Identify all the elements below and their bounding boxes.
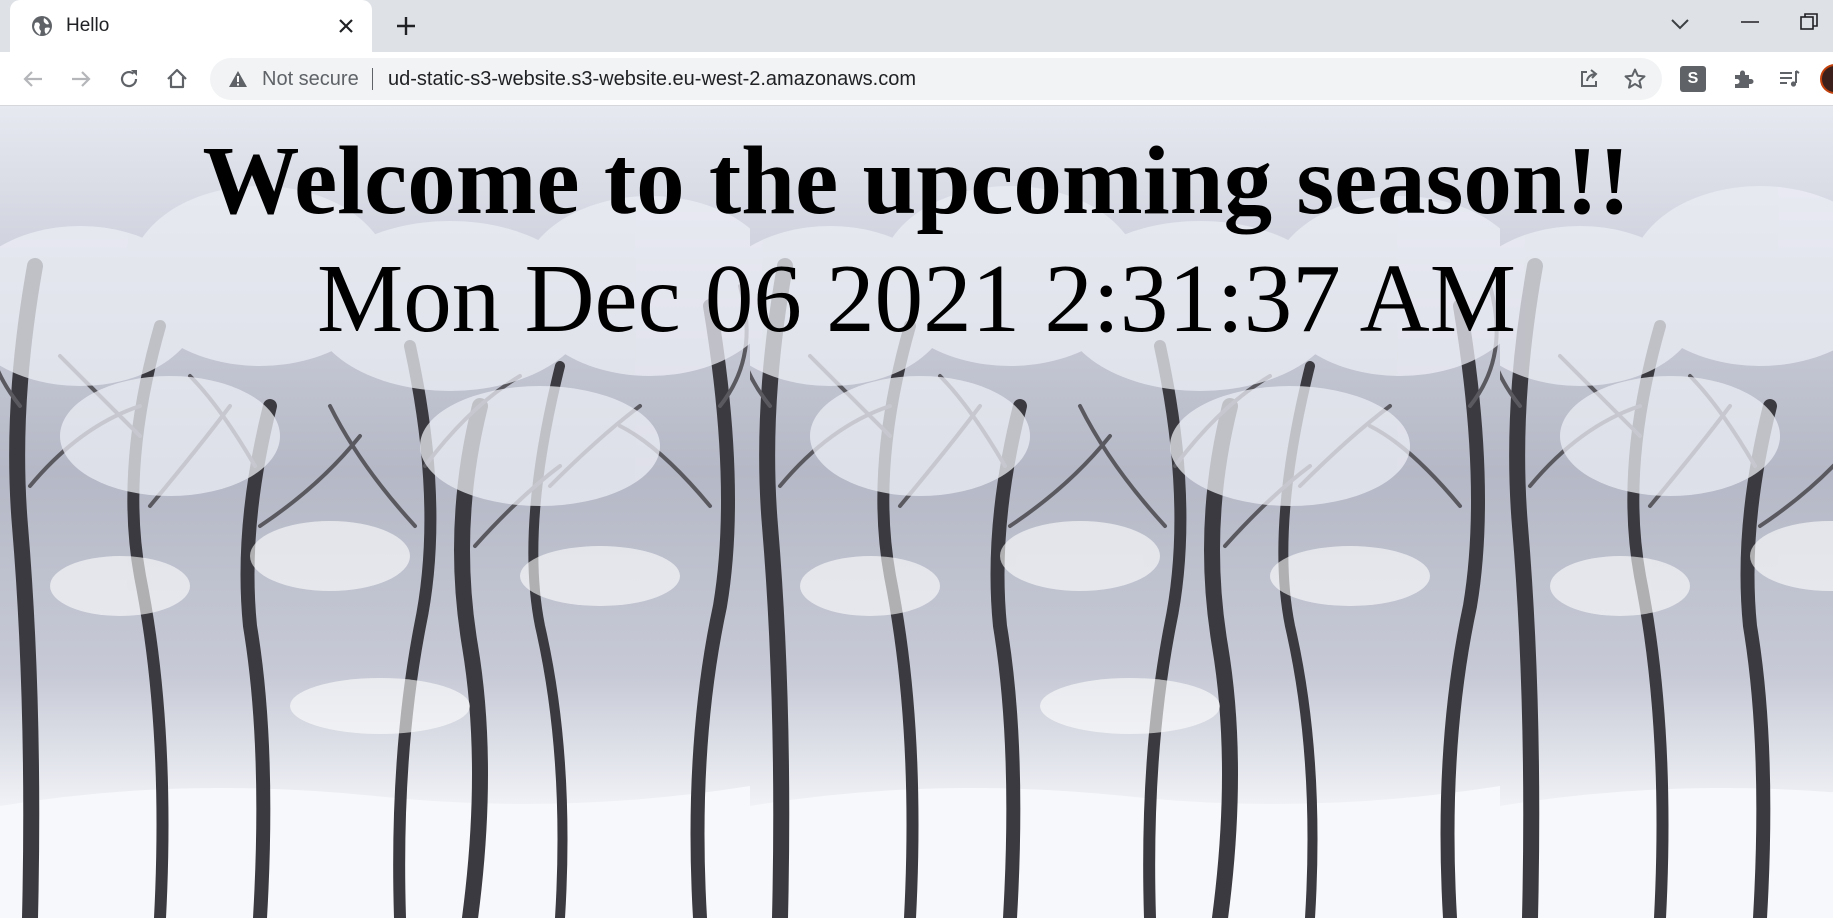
new-tab-icon[interactable] (390, 10, 422, 42)
address-bar[interactable]: Not secure ud-static-s3-website.s3-websi… (210, 58, 1662, 100)
tab-strip: Hello (0, 0, 1833, 52)
avatar[interactable] (1820, 64, 1833, 94)
warning-icon[interactable] (228, 69, 248, 89)
reload-icon[interactable] (112, 62, 146, 96)
browser-toolbar: Not secure ud-static-s3-website.s3-websi… (0, 52, 1833, 106)
globe-icon (30, 14, 54, 38)
page-heading: Welcome to the upcoming season!! (202, 127, 1631, 234)
tab-hello[interactable]: Hello (10, 0, 372, 52)
forward-icon[interactable] (64, 62, 98, 96)
extensions-icon[interactable] (1726, 62, 1760, 96)
close-icon[interactable] (332, 12, 360, 40)
url-text[interactable]: ud-static-s3-website.s3-website.eu-west-… (388, 68, 916, 90)
tab-title: Hello (66, 15, 110, 36)
extension-s-icon[interactable]: S (1680, 66, 1706, 92)
current-datetime: Mon Dec 06 2021 2:31:37 AM (316, 245, 1516, 352)
bookmark-star-icon[interactable] (1618, 62, 1652, 96)
back-icon[interactable] (16, 62, 50, 96)
divider (372, 68, 373, 90)
reading-list-icon[interactable] (1772, 62, 1806, 96)
restore-icon[interactable] (1800, 6, 1833, 38)
home-icon[interactable] (160, 62, 194, 96)
share-icon[interactable] (1572, 62, 1606, 96)
page-viewport: Welcome to the upcoming season!! Mon Dec… (0, 106, 1833, 918)
minimize-icon[interactable] (1730, 6, 1770, 38)
chevron-down-icon[interactable] (1664, 8, 1696, 40)
security-label[interactable]: Not secure (262, 68, 359, 90)
